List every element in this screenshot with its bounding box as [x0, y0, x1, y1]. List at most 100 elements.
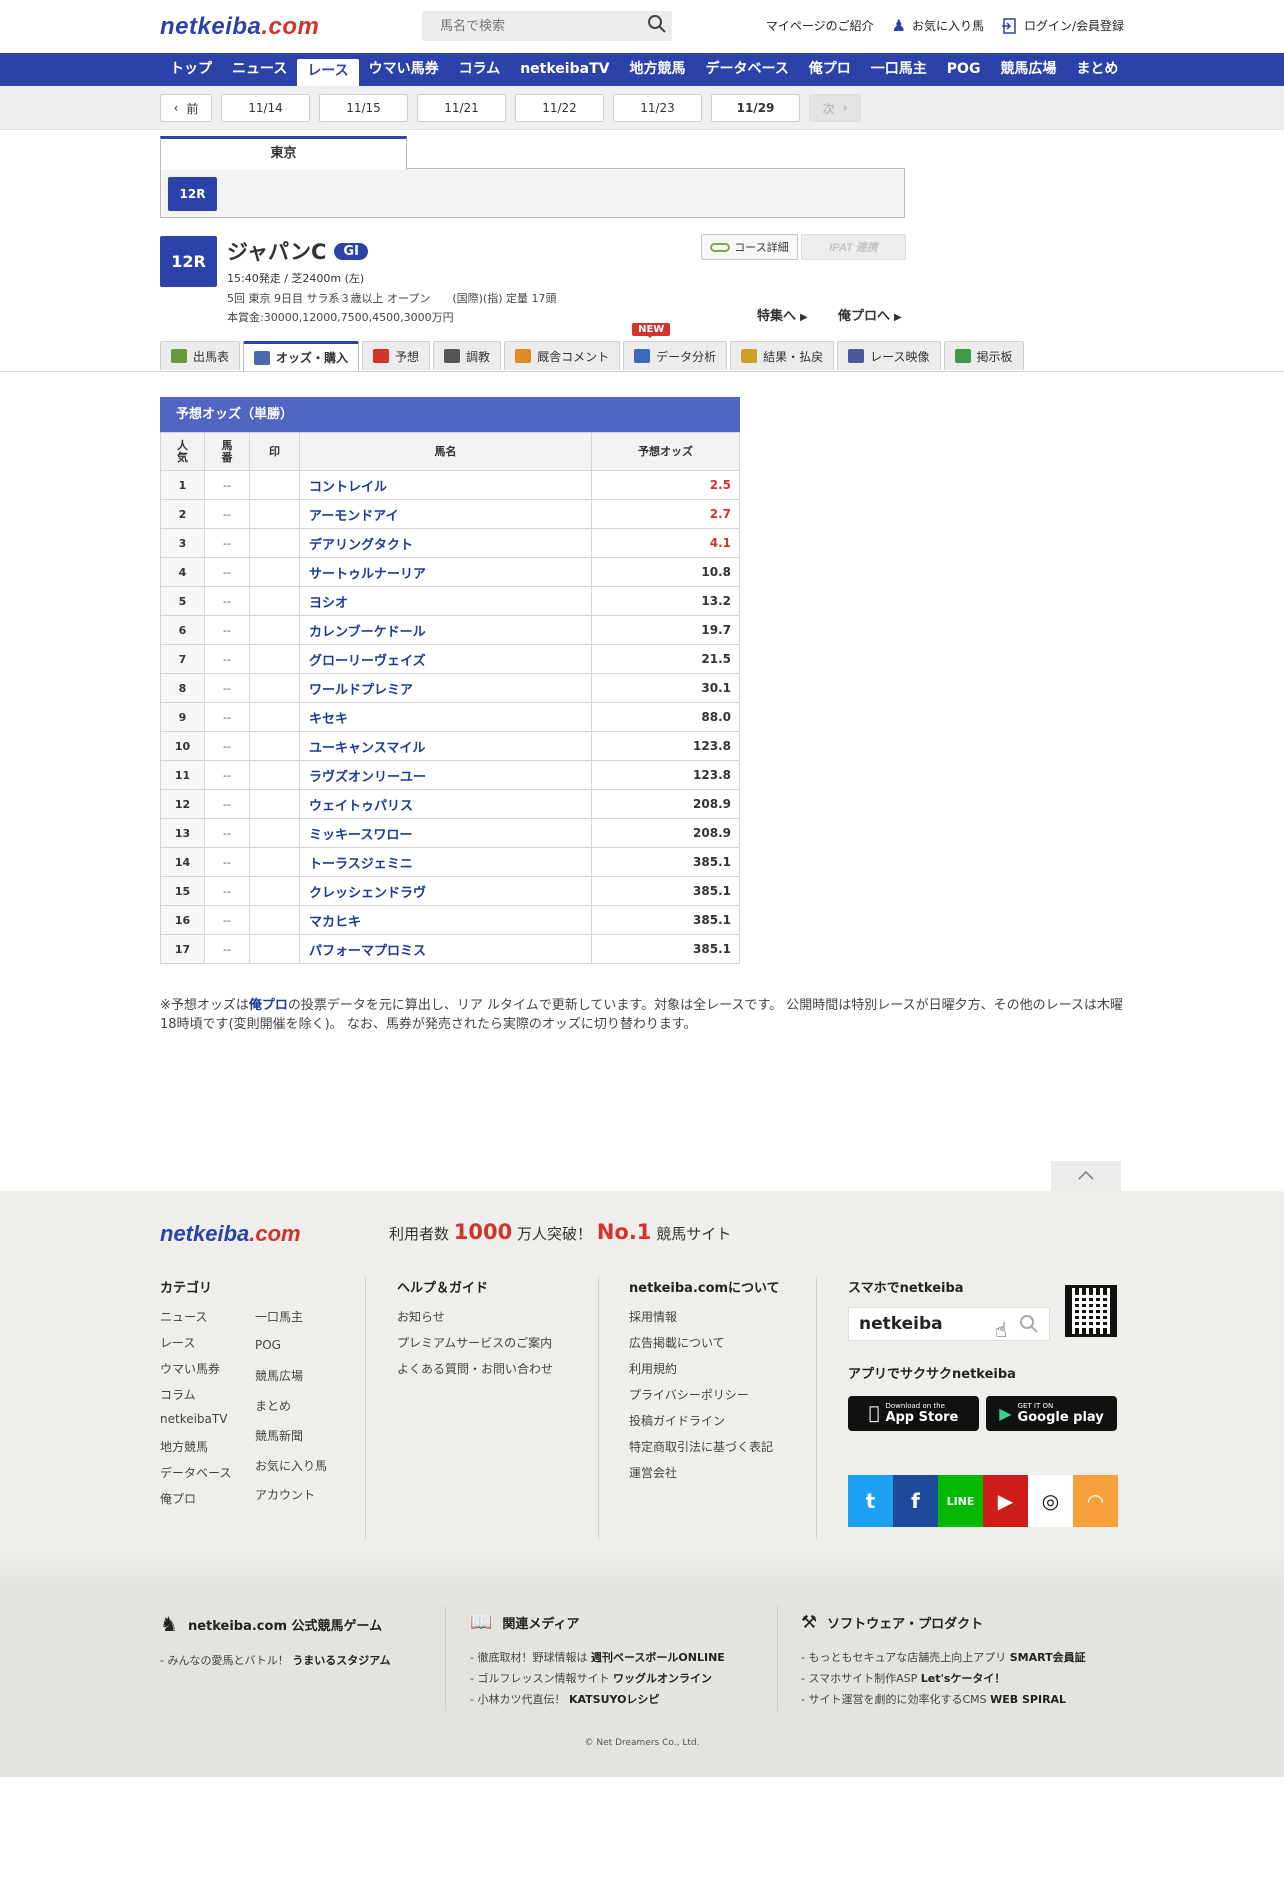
footer-link[interactable]: お知らせ	[397, 1308, 553, 1325]
gnav-item[interactable]: レース	[297, 59, 359, 86]
youtube-icon[interactable]: ▶	[983, 1475, 1028, 1527]
horse-name-link[interactable]: ラヴズオンリーユー	[299, 760, 592, 790]
rss-icon[interactable]: ◠	[1073, 1475, 1118, 1527]
footer-link[interactable]: 俺プロ	[160, 1490, 235, 1507]
horse-name-link[interactable]: カレンブーケドール	[299, 615, 592, 645]
mark-cell[interactable]	[249, 644, 300, 674]
footer-link[interactable]: 投稿ガイドライン	[629, 1412, 780, 1429]
horse-name-link[interactable]: ヨシオ	[299, 586, 592, 616]
race-tab[interactable]: 掲示板	[943, 341, 1024, 370]
mark-cell[interactable]	[249, 470, 300, 500]
footer-link[interactable]: 運営会社	[629, 1464, 780, 1481]
horse-name-link[interactable]: パフォーマプロミス	[299, 934, 592, 964]
gnav-item[interactable]: 一口馬主	[861, 53, 937, 86]
race-tab[interactable]: データ分析 NEW	[623, 323, 728, 370]
orepro-link[interactable]: 俺プロへ ▶	[838, 305, 902, 324]
mark-cell[interactable]	[249, 847, 300, 877]
date-button[interactable]: 11/21	[417, 94, 506, 122]
footer-link[interactable]: netkeibaTV	[160, 1412, 235, 1429]
site-logo[interactable]: netkeiba.com	[160, 13, 319, 41]
search-icon[interactable]	[642, 14, 672, 38]
mark-cell[interactable]	[249, 586, 300, 616]
horse-name-link[interactable]: ミッキースワロー	[299, 818, 592, 848]
mark-cell[interactable]	[249, 615, 300, 645]
venue-tab-tokyo[interactable]: 東京	[160, 136, 407, 170]
footer-link[interactable]: アカウント	[255, 1486, 327, 1503]
race-tab[interactable]: 予想	[362, 341, 431, 370]
mark-cell[interactable]	[249, 760, 300, 790]
race-tab[interactable]: 結果・払戻	[730, 341, 835, 370]
footer-link[interactable]: 地方競馬	[160, 1438, 235, 1455]
prev-date-button[interactable]: ‹ 前	[160, 94, 212, 122]
race-tab[interactable]: 調教	[433, 341, 502, 370]
band-link[interactable]: - ゴルフレッスン情報サイト ワッグルオンライン	[470, 1668, 725, 1689]
twitter-icon[interactable]: t	[848, 1475, 893, 1527]
mark-cell[interactable]	[249, 557, 300, 587]
mark-cell[interactable]	[249, 499, 300, 529]
race-tab[interactable]: 厩舎コメント	[504, 341, 621, 370]
gnav-item[interactable]: コラム	[449, 53, 511, 86]
mark-cell[interactable]	[249, 702, 300, 732]
footer-link[interactable]: 採用情報	[629, 1308, 780, 1325]
google-play-button[interactable]: ▶ GET IT ON Google play	[986, 1396, 1117, 1431]
footer-link[interactable]: POG	[255, 1338, 327, 1355]
mark-cell[interactable]	[249, 934, 300, 964]
footer-link[interactable]: 広告掲載について	[629, 1334, 780, 1351]
page-top-button[interactable]	[1051, 1161, 1121, 1192]
mypage-link[interactable]: マイページのご紹介	[766, 16, 874, 35]
footer-link[interactable]: 特定商取引法に基づく表記	[629, 1438, 780, 1455]
horse-name-link[interactable]: ユーキャンスマイル	[299, 731, 592, 761]
footer-link[interactable]: プレミアムサービスのご案内	[397, 1334, 553, 1351]
footer-link[interactable]: 競馬広場	[255, 1367, 327, 1384]
gnav-item[interactable]: まとめ	[1066, 53, 1128, 86]
date-button[interactable]: 11/15	[319, 94, 408, 122]
horse-search-input[interactable]	[422, 12, 642, 40]
footer-logo[interactable]: netkeiba.com	[160, 1221, 301, 1247]
mark-cell[interactable]	[249, 789, 300, 819]
horse-name-link[interactable]: デアリングタクト	[299, 528, 592, 558]
mark-cell[interactable]	[249, 905, 300, 935]
mark-cell[interactable]	[249, 731, 300, 761]
race-tab[interactable]: オッズ・購入	[243, 341, 360, 371]
horse-name-link[interactable]: グローリーヴェイズ	[299, 644, 592, 674]
race-tab[interactable]: 出馬表	[160, 341, 241, 370]
gnav-item[interactable]: 俺プロ	[799, 53, 861, 86]
footer-link[interactable]: レース	[160, 1334, 235, 1351]
race-12r-button[interactable]: 12R	[168, 177, 217, 211]
gnav-item[interactable]: データベース	[695, 53, 798, 86]
footer-link[interactable]: よくある質問・お問い合わせ	[397, 1360, 553, 1377]
next-date-button[interactable]: 次 ›	[809, 94, 861, 122]
footer-link[interactable]: コラム	[160, 1386, 235, 1403]
gnav-item[interactable]: POG	[937, 53, 991, 86]
date-button[interactable]: 11/23	[613, 94, 702, 122]
gnav-item[interactable]: ニュース	[222, 53, 297, 86]
date-button[interactable]: 11/29	[711, 94, 800, 122]
favorite-horse-link[interactable]: ♟ お気に入り馬	[892, 16, 984, 35]
footer-link[interactable]: データベース	[160, 1464, 235, 1481]
footer-link[interactable]: まとめ	[255, 1397, 327, 1414]
app-store-button[interactable]: Download on theApp Store	[848, 1396, 979, 1431]
mark-cell[interactable]	[249, 673, 300, 703]
band-link[interactable]: - 徹底取材！野球情報は 週刊ベースボールONLINE	[470, 1647, 725, 1668]
footer-link[interactable]: 一口馬主	[255, 1308, 327, 1325]
horse-name-link[interactable]: マカヒキ	[299, 905, 592, 935]
horse-name-link[interactable]: コントレイル	[299, 470, 592, 500]
gnav-item[interactable]: ウマい馬券	[359, 53, 449, 86]
gnav-item[interactable]: 競馬広場	[990, 53, 1066, 86]
mark-cell[interactable]	[249, 876, 300, 906]
horse-name-link[interactable]: サートゥルナーリア	[299, 557, 592, 587]
footer-link[interactable]: ウマい馬券	[160, 1360, 235, 1377]
line-icon[interactable]: LINE	[938, 1475, 983, 1527]
band-link[interactable]: - 小林カツ代直伝！ KATSUYOレシピ	[470, 1689, 725, 1710]
horse-name-link[interactable]: ウェイトゥパリス	[299, 789, 592, 819]
gnav-item[interactable]: トップ	[160, 53, 222, 86]
footer-link[interactable]: プライバシーポリシー	[629, 1386, 780, 1403]
app-search-box[interactable]: netkeiba ☝	[848, 1307, 1050, 1342]
mark-cell[interactable]	[249, 528, 300, 558]
band-link[interactable]: - スマホサイト制作ASP Let'sケータイ！	[801, 1668, 1086, 1689]
game-item[interactable]: - みんなの愛馬とバトル！ うまいるスタジアム	[160, 1650, 391, 1671]
note-orepro-link[interactable]: 俺プロ	[249, 998, 288, 1013]
instagram-icon[interactable]: ◎	[1028, 1475, 1073, 1527]
gnav-item[interactable]: netkeibaTV	[510, 53, 619, 86]
footer-link[interactable]: 競馬新聞	[255, 1427, 327, 1444]
